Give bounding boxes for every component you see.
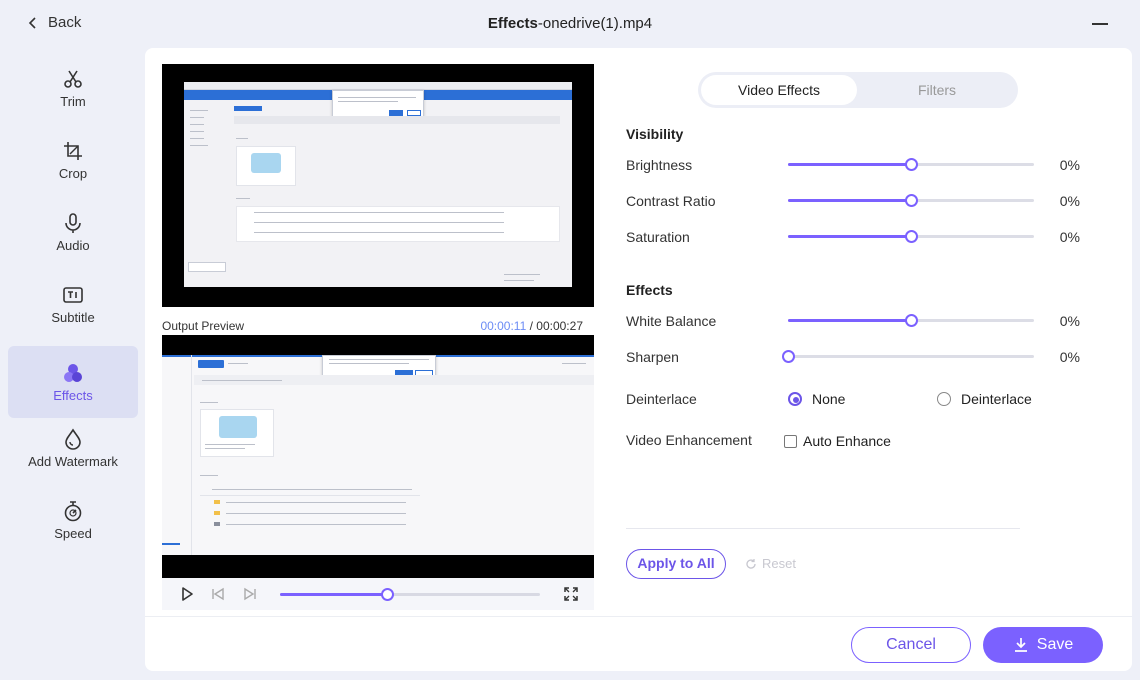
current-time: 00:00:11 [480, 319, 527, 333]
reset-button[interactable]: Reset [745, 556, 796, 571]
previous-frame-icon[interactable] [209, 585, 227, 603]
sidebar-item-label: Trim [60, 93, 86, 109]
sidebar-item-label: Add Watermark [28, 453, 118, 469]
scissors-icon [64, 70, 82, 88]
sharpen-slider[interactable] [782, 350, 1034, 363]
fullscreen-icon[interactable] [562, 585, 580, 603]
sidebar: Trim Crop Audio Subtitle Effects Add Wat… [0, 48, 145, 680]
slider-fill [788, 319, 911, 322]
timecode: 00:00:11 / 00:00:27 [480, 319, 583, 333]
play-icon[interactable] [178, 585, 196, 603]
sidebar-item-crop[interactable]: Crop [8, 124, 138, 196]
sidebar-item-label: Speed [54, 525, 92, 541]
sharpen-label: Sharpen [626, 349, 679, 365]
sidebar-item-add-watermark[interactable]: Add Watermark [8, 412, 138, 484]
reset-label: Reset [762, 556, 796, 571]
title-bold: Effects [487, 15, 538, 32]
stopwatch-icon [64, 500, 82, 521]
cancel-button[interactable]: Cancel [851, 627, 971, 663]
sidebar-item-label: Effects [53, 387, 93, 403]
sidebar-item-audio[interactable]: Audio [8, 196, 138, 268]
save-button[interactable]: Save [983, 627, 1103, 663]
saturation-slider[interactable] [788, 230, 1034, 243]
white-balance-slider[interactable] [788, 314, 1034, 327]
seek-slider[interactable] [280, 588, 540, 601]
auto-enhance-checkbox[interactable]: Auto Enhance [784, 433, 891, 449]
sidebar-item-label: Crop [58, 165, 88, 181]
sidebar-item-speed[interactable]: Speed [8, 484, 138, 556]
output-preview-video [162, 335, 594, 578]
white-balance-value: 0% [1059, 313, 1080, 329]
subtitle-icon [63, 286, 83, 303]
checkbox-box [784, 434, 797, 448]
apply-to-all-button[interactable]: Apply to All [626, 549, 726, 579]
watermark-icon [65, 428, 81, 450]
video-enhancement-label: Video Enhancement [626, 432, 752, 448]
crop-icon [64, 141, 82, 160]
minimize-button[interactable] [1092, 23, 1108, 25]
checkbox-label: Auto Enhance [803, 433, 891, 449]
saturation-label: Saturation [626, 229, 690, 245]
output-preview-label: Output Preview [162, 319, 245, 333]
slider-handle[interactable] [905, 230, 918, 243]
output-video-frame [162, 355, 594, 555]
radio-label: None [812, 391, 846, 407]
slider-handle[interactable] [905, 158, 918, 171]
next-frame-icon[interactable] [241, 585, 259, 603]
saturation-value: 0% [1059, 229, 1080, 245]
seek-handle[interactable] [380, 588, 394, 601]
sidebar-item-label: Subtitle [51, 309, 95, 325]
brightness-label: Brightness [626, 157, 693, 173]
time-separator: / [526, 319, 537, 333]
sidebar-item-subtitle[interactable]: Subtitle [8, 268, 138, 340]
effects-heading: Effects [626, 282, 673, 298]
effects-tabs: Video Effects Filters [698, 72, 1018, 108]
sidebar-item-label: Audio [56, 237, 90, 253]
main-panel: Output Preview 00:00:11 / 00:00:27 Video… [145, 48, 1132, 671]
brightness-value: 0% [1059, 157, 1080, 173]
microphone-icon [65, 212, 81, 233]
radio-label: Deinterlace [961, 391, 1032, 407]
radio-dot [788, 392, 802, 406]
slider-fill [788, 163, 911, 166]
contrast-ratio-slider[interactable] [788, 194, 1034, 207]
deinterlace-label: Deinterlace [626, 391, 697, 407]
source-video [162, 64, 594, 307]
sidebar-item-effects[interactable]: Effects [8, 346, 138, 418]
save-label: Save [1036, 636, 1074, 653]
footer-divider [145, 616, 1132, 617]
contrast-ratio-label: Contrast Ratio [626, 193, 716, 209]
sharpen-value: 0% [1059, 349, 1080, 365]
deinterlace-deinterlace-radio[interactable]: Deinterlace [937, 391, 1032, 407]
contrast-ratio-value: 0% [1059, 193, 1080, 209]
slider-handle[interactable] [905, 314, 918, 327]
slider-fill [788, 235, 911, 238]
visibility-heading: Visibility [626, 126, 684, 142]
tab-video-effects[interactable]: Video Effects [701, 75, 857, 105]
download-icon [1014, 638, 1027, 652]
sidebar-item-trim[interactable]: Trim [8, 52, 138, 124]
slider-handle[interactable] [782, 350, 795, 363]
white-balance-label: White Balance [626, 313, 717, 329]
window-title: Effects-onedrive(1).mp4 [0, 15, 1140, 32]
brightness-slider[interactable] [788, 158, 1034, 171]
tab-filters[interactable]: Filters [859, 75, 1015, 105]
player-controls [162, 578, 594, 610]
source-video-frame [184, 82, 572, 287]
deinterlace-none-radio[interactable]: None [788, 391, 845, 407]
radio-dot [937, 392, 951, 406]
divider [626, 528, 1020, 529]
effects-icon [64, 363, 82, 382]
title-filename: -onedrive(1).mp4 [537, 15, 653, 32]
title-bar: Back Effects-onedrive(1).mp4 [0, 0, 1140, 48]
slider-handle[interactable] [905, 194, 918, 207]
reset-icon [746, 558, 756, 569]
seek-fill [280, 593, 387, 596]
slider-fill [788, 199, 911, 202]
total-time: 00:00:27 [536, 319, 583, 333]
